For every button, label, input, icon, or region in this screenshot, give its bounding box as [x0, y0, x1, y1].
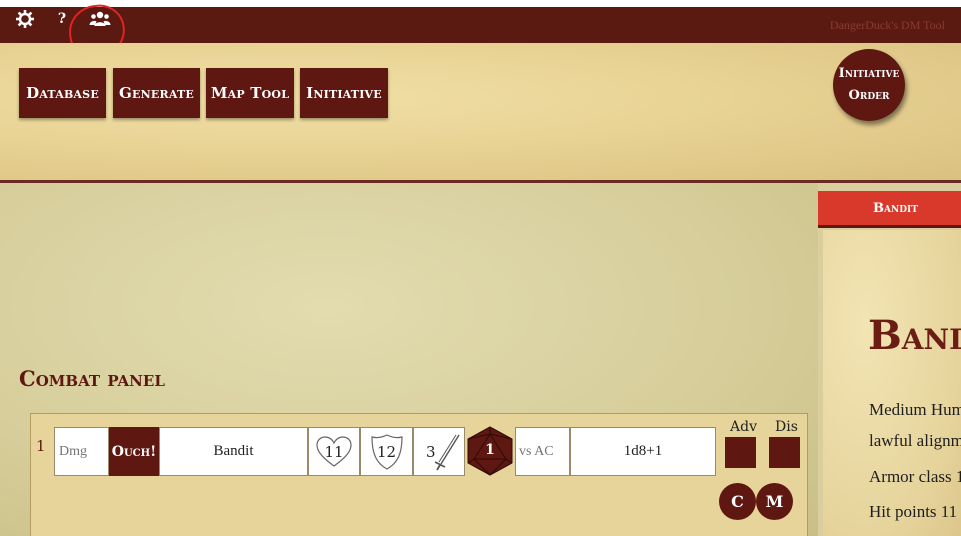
nav-generate-button[interactable]: Generate: [113, 68, 200, 118]
ac-value: 12: [376, 442, 397, 461]
users-icon[interactable]: [88, 7, 112, 31]
top-strip: [0, 0, 961, 7]
creature-name[interactable]: Bandit: [159, 427, 308, 476]
combat-panel-title: Combat panel: [19, 366, 165, 391]
users-icon-svg: [89, 11, 111, 26]
damage-input[interactable]: [54, 427, 109, 476]
stat-line-alignment: lawful alignment: [869, 431, 961, 450]
initiative-order-line1: Initiative: [838, 66, 900, 81]
disadvantage-button[interactable]: [769, 437, 800, 468]
nav-database-button[interactable]: Database: [19, 68, 106, 118]
tab-underline: [818, 225, 961, 228]
initiative-order-line2: Order: [848, 88, 890, 103]
help-button[interactable]: ?: [55, 7, 69, 31]
nav-initiative-button[interactable]: Initiative: [300, 68, 388, 118]
stat-line-armor: Armor class 12 (leather armor): [869, 467, 961, 486]
tab-bandit[interactable]: Bandit: [818, 191, 961, 225]
app-title: DangerDuck's DM Tool: [829, 18, 945, 32]
top-bar: [0, 7, 961, 43]
nav-map-tool-button[interactable]: Map Tool: [206, 68, 294, 118]
ac-cell[interactable]: 12: [360, 427, 413, 476]
m-button[interactable]: M: [756, 483, 793, 520]
c-button[interactable]: C: [719, 483, 756, 520]
attack-cell[interactable]: 3: [413, 427, 465, 476]
stat-sheet-title: Bandit: [868, 312, 961, 359]
d20-value: 1: [485, 442, 495, 458]
hp-value: 11: [324, 442, 344, 461]
initiative-order-button[interactable]: Initiative Order: [833, 49, 905, 121]
advantage-button[interactable]: [725, 437, 756, 468]
gear-icon-svg: [16, 10, 34, 28]
stat-line-type: Medium Humanoid (any race), any non-: [869, 400, 961, 419]
stat-line-hp: Hit points 11 (2d8+2): [869, 502, 961, 521]
ouch-button[interactable]: Ouch!: [109, 427, 159, 476]
row-number: 1: [36, 437, 46, 455]
vs-ac-input[interactable]: [515, 427, 570, 476]
d20-roll-button[interactable]: 1: [467, 426, 513, 476]
sword-icon: [434, 434, 460, 471]
gear-icon[interactable]: [13, 7, 37, 31]
damage-roll-cell[interactable]: 1d8+1: [570, 427, 716, 476]
hp-cell[interactable]: 11: [308, 427, 360, 476]
adv-label: Adv: [730, 419, 757, 435]
dis-label: Dis: [775, 419, 798, 435]
stat-sheet: [823, 230, 961, 536]
